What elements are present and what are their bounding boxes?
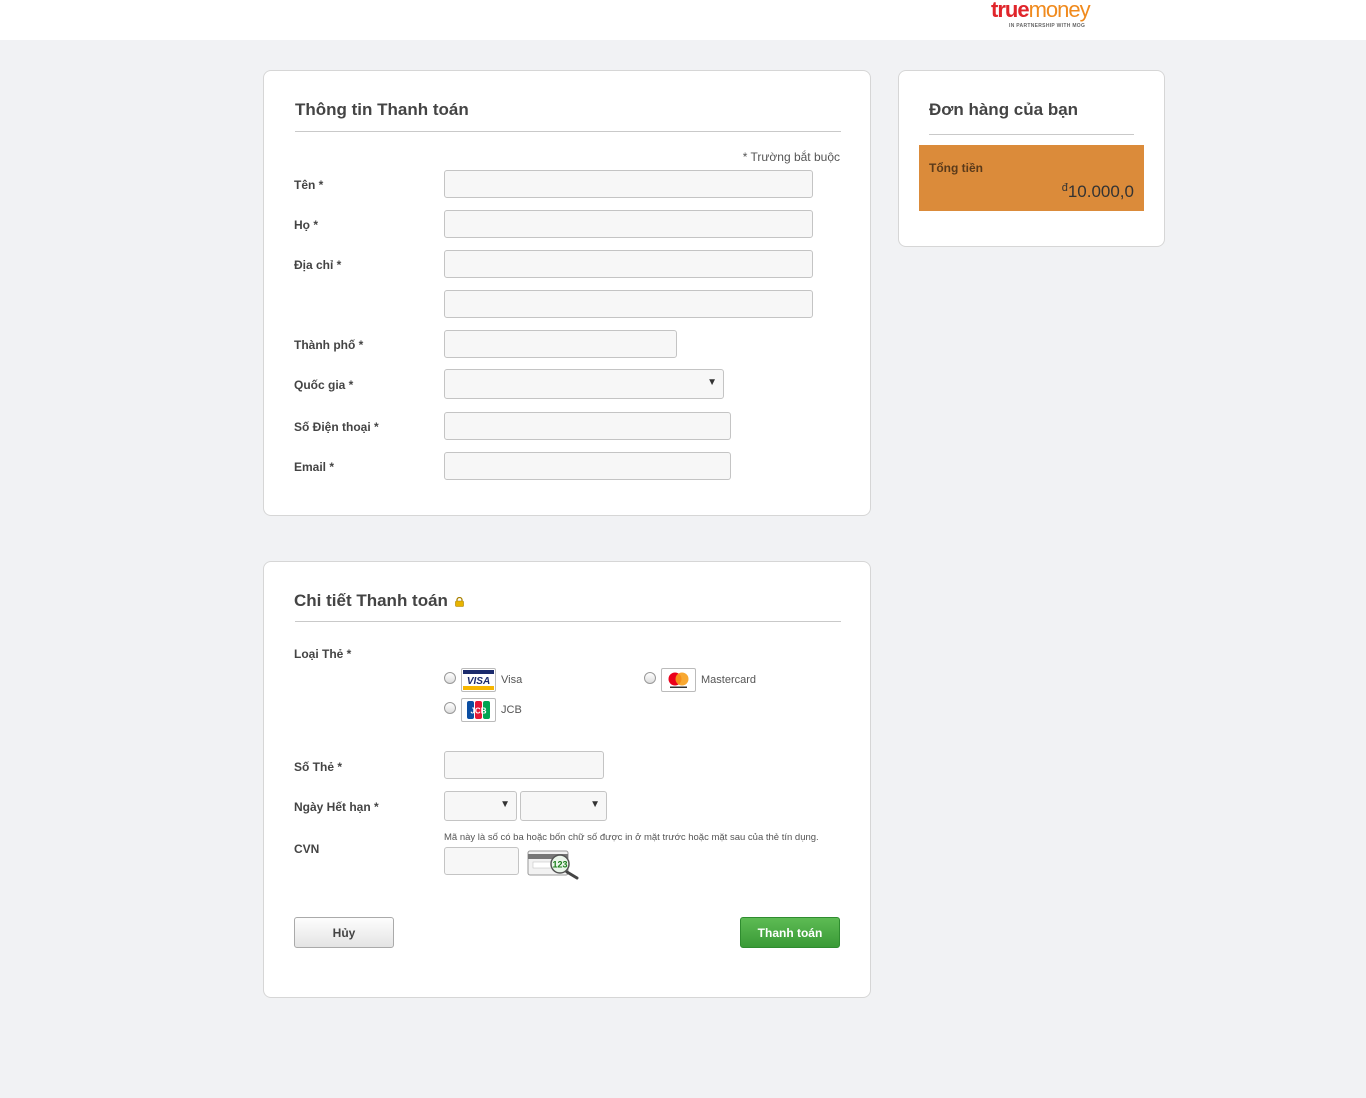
svg-text:JCB: JCB	[470, 707, 486, 716]
billing-info-title: Thông tin Thanh toán	[295, 100, 469, 119]
pay-button[interactable]: Thanh toán	[740, 917, 840, 948]
visa-label: Visa	[501, 674, 523, 686]
top-bar: truemoney IN PARTNERSHIP WITH MOG	[0, 0, 1366, 40]
email-label: Email *	[294, 460, 335, 474]
order-title-divider	[929, 134, 1134, 135]
mastercard-label: Mastercard	[701, 674, 757, 686]
order-summary-panel: Đơn hàng của bạn Tổng tiền đ10.000,0	[898, 70, 1165, 247]
dropdown-arrow-icon: ▼	[590, 799, 600, 810]
city-field[interactable]	[444, 330, 677, 358]
payment-title-divider	[295, 621, 841, 622]
total-label: Tổng tiền	[929, 161, 983, 175]
logo-money-text: money	[1028, 0, 1091, 22]
cvn-field[interactable]	[444, 847, 519, 875]
last-name-field[interactable]	[444, 210, 813, 238]
cvn-card-magnifier-icon: 123	[527, 848, 581, 880]
svg-text:VISA: VISA	[467, 676, 490, 687]
country-label: Quốc gia *	[294, 378, 354, 392]
mastercard-radio[interactable]	[644, 672, 656, 684]
jcb-label: JCB	[501, 704, 522, 716]
first-name-field[interactable]	[444, 170, 813, 198]
email-field[interactable]	[444, 452, 731, 480]
mastercard-logo-icon	[661, 668, 696, 692]
address-line1-field[interactable]	[444, 250, 813, 278]
billing-title-divider	[295, 131, 841, 132]
country-select[interactable]: ▼	[444, 369, 724, 399]
cvn-label: CVN	[294, 842, 320, 856]
city-label: Thành phố *	[294, 338, 364, 352]
phone-field[interactable]	[444, 412, 731, 440]
payment-details-title: Chi tiết Thanh toán	[294, 591, 448, 610]
phone-label: Số Điện thoại *	[294, 420, 379, 434]
required-fields-note: * Trường bắt buộc	[742, 150, 840, 164]
cvn-hint: Mã này là số có ba hoặc bốn chữ số được …	[444, 832, 819, 843]
logo-tagline: IN PARTNERSHIP WITH MOG	[1009, 23, 1086, 29]
card-number-label: Số Thẻ *	[294, 760, 343, 774]
visa-logo-icon: VISA	[461, 668, 496, 692]
dropdown-arrow-icon: ▼	[707, 377, 717, 388]
visa-radio[interactable]	[444, 672, 456, 684]
cvn-icon-text: 123	[552, 860, 567, 870]
expiry-label: Ngày Hết hạn *	[294, 800, 379, 814]
total-amount: đ10.000,0	[1062, 182, 1134, 202]
cancel-button[interactable]: Hủy	[294, 917, 394, 948]
order-title: Đơn hàng của bạn	[929, 100, 1079, 119]
dropdown-arrow-icon: ▼	[500, 799, 510, 810]
payment-details-panel: Chi tiết Thanh toán Loại Thẻ * VISA Visa…	[263, 561, 871, 998]
truemoney-logo: truemoney IN PARTNERSHIP WITH MOG	[991, 0, 1111, 34]
total-value: 10.000,0	[1067, 182, 1134, 201]
order-total-box: Tổng tiền đ10.000,0	[919, 145, 1144, 211]
card-number-field[interactable]	[444, 751, 604, 779]
expiry-year-select[interactable]: ▼	[520, 791, 607, 821]
address-line2-field[interactable]	[444, 290, 813, 318]
lock-icon	[455, 594, 465, 607]
jcb-radio[interactable]	[444, 702, 456, 714]
billing-info-panel: Thông tin Thanh toán * Trường bắt buộc T…	[263, 70, 871, 516]
card-type-label: Loại Thẻ *	[294, 647, 352, 661]
address-label: Địa chỉ *	[294, 258, 342, 272]
first-name-label: Tên *	[294, 178, 324, 192]
last-name-label: Họ *	[294, 218, 318, 232]
jcb-logo-icon: JCB	[461, 698, 496, 722]
logo-true-text: true	[991, 0, 1030, 22]
expiry-month-select[interactable]: ▼	[444, 791, 517, 821]
payment-title-row: Chi tiết Thanh toán	[294, 591, 465, 611]
